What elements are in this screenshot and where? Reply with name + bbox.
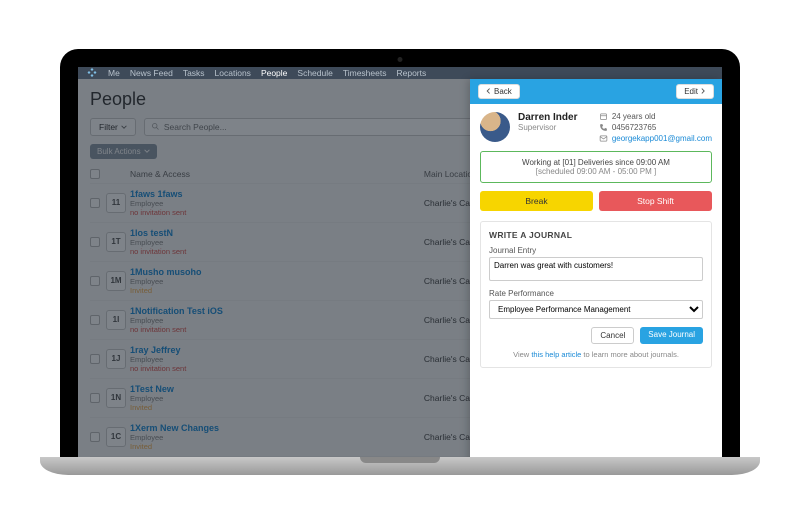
break-button[interactable]: Break bbox=[480, 191, 593, 211]
help-link[interactable]: this help article bbox=[531, 350, 581, 359]
nav-item-me[interactable]: Me bbox=[108, 68, 120, 78]
app-logo-icon bbox=[86, 67, 98, 79]
top-nav: Me News Feed Tasks Locations People Schedule T… bbox=[78, 67, 722, 79]
nav-item-schedule[interactable]: Schedule bbox=[297, 68, 332, 78]
laptop-notch bbox=[360, 457, 440, 463]
journal-title: WRITE A JOURNAL bbox=[489, 230, 703, 240]
avatar bbox=[480, 112, 510, 142]
camera-dot bbox=[398, 57, 403, 62]
calendar-icon bbox=[599, 112, 608, 121]
nav-item-news-feed[interactable]: News Feed bbox=[130, 68, 173, 78]
screen-bezel: Me News Feed Tasks Locations People Schedule T… bbox=[60, 49, 740, 457]
cancel-button[interactable]: Cancel bbox=[591, 327, 634, 344]
person-phone: 0456723765 bbox=[612, 123, 657, 132]
mail-icon bbox=[599, 134, 608, 143]
edit-label: Edit bbox=[684, 87, 698, 96]
nav-item-timesheets[interactable]: Timesheets bbox=[343, 68, 387, 78]
panel-header: Back Edit bbox=[470, 79, 722, 104]
profile-section: Darren Inder Supervisor 24 years old 045… bbox=[480, 112, 712, 143]
rate-select[interactable]: Employee Performance Management bbox=[489, 300, 703, 319]
laptop-base bbox=[40, 457, 760, 475]
profile-meta: 24 years old 0456723765 georgekapp001@gm… bbox=[599, 112, 712, 143]
person-age: 24 years old bbox=[612, 112, 656, 121]
nav-item-reports[interactable]: Reports bbox=[396, 68, 426, 78]
scheduled-line: [scheduled 09:00 AM - 05:00 PM ] bbox=[487, 167, 705, 176]
laptop-frame: Me News Feed Tasks Locations People Schedule T… bbox=[60, 49, 740, 475]
back-button[interactable]: Back bbox=[478, 84, 520, 99]
shift-actions: Break Stop Shift bbox=[480, 191, 712, 211]
chevron-right-icon bbox=[700, 88, 706, 94]
journal-entry-label: Journal Entry bbox=[489, 246, 703, 255]
panel-body: Darren Inder Supervisor 24 years old 045… bbox=[470, 104, 722, 457]
screen: Me News Feed Tasks Locations People Schedule T… bbox=[78, 67, 722, 457]
app: Me News Feed Tasks Locations People Schedule T… bbox=[78, 67, 722, 457]
working-line: Working at [01] Deliveries since 09:00 A… bbox=[487, 158, 705, 167]
nav-item-people[interactable]: People bbox=[261, 68, 287, 78]
profile-name-block: Darren Inder Supervisor bbox=[518, 112, 577, 143]
person-role: Supervisor bbox=[518, 123, 577, 132]
save-journal-button[interactable]: Save Journal bbox=[640, 327, 703, 344]
journal-entry-input[interactable] bbox=[489, 257, 703, 281]
person-email[interactable]: georgekapp001@gmail.com bbox=[612, 134, 712, 143]
nav-item-tasks[interactable]: Tasks bbox=[183, 68, 205, 78]
journal-help: View this help article to learn more abo… bbox=[489, 350, 703, 359]
stop-shift-button[interactable]: Stop Shift bbox=[599, 191, 712, 211]
side-panel: Back Edit Darren Inder bbox=[470, 79, 722, 457]
phone-icon bbox=[599, 123, 608, 132]
journal-actions: Cancel Save Journal bbox=[489, 327, 703, 344]
journal-card: WRITE A JOURNAL Journal Entry Rate Perfo… bbox=[480, 221, 712, 368]
rate-label: Rate Performance bbox=[489, 289, 703, 298]
nav-item-locations[interactable]: Locations bbox=[215, 68, 251, 78]
chevron-left-icon bbox=[486, 88, 492, 94]
working-status-box: Working at [01] Deliveries since 09:00 A… bbox=[480, 151, 712, 183]
edit-button[interactable]: Edit bbox=[676, 84, 714, 99]
app-body: People Filter showing 1-50 / 270 people bbox=[78, 79, 722, 457]
person-name: Darren Inder bbox=[518, 112, 577, 123]
back-label: Back bbox=[494, 87, 512, 96]
